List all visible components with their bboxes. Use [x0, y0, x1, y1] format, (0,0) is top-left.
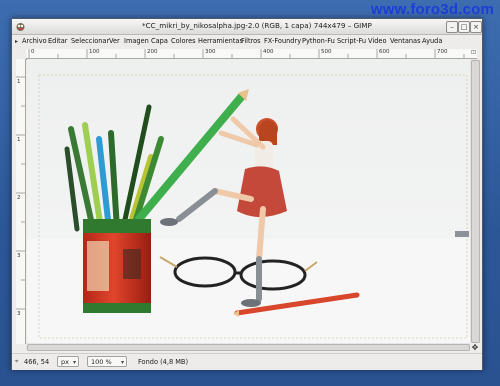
- menu-colores[interactable]: Colores: [171, 37, 196, 45]
- ruler-label: 600: [379, 49, 390, 55]
- menu-arrow-icon[interactable]: ▸: [15, 38, 18, 45]
- watermark-text: www.foro3d.com: [370, 1, 494, 18]
- menu-ventanas[interactable]: Ventanas: [390, 37, 421, 45]
- gimp-image-window: *CC_mikri_by_nikosalpha.jpg-2.0 (RGB, 1 …: [11, 18, 483, 370]
- gimp-app-icon: [16, 23, 25, 31]
- horizontal-scrollbar[interactable]: [26, 343, 470, 351]
- ruler-label: 500: [321, 49, 332, 55]
- ruler-label: 3: [17, 311, 21, 317]
- unit-select[interactable]: px ▾: [57, 356, 79, 367]
- menu-video[interactable]: Video: [368, 37, 386, 45]
- vertical-ruler-ticks: [16, 76, 25, 310]
- minimize-button[interactable]: –: [446, 21, 458, 33]
- ruler-label: 2: [17, 195, 21, 201]
- ruler-label: 0: [31, 49, 35, 55]
- menu-fx-foundry[interactable]: FX-Foundry: [264, 37, 301, 45]
- ruler-label: 1: [17, 79, 21, 85]
- menu-editar[interactable]: Editar: [48, 37, 68, 45]
- vertical-ruler[interactable]: 1 1 2 3 3: [16, 59, 26, 344]
- chevron-down-icon: ▾: [120, 359, 124, 366]
- ruler-label: 1: [17, 137, 21, 143]
- ruler-label: 700: [437, 49, 448, 55]
- zoom-select[interactable]: 100 % ▾: [87, 356, 127, 367]
- unit-value: px: [61, 358, 69, 366]
- ruler-label: 3: [17, 253, 21, 259]
- menu-archivo[interactable]: Archivo: [22, 37, 47, 45]
- status-bar: ⌖ 466, 54 px ▾ 100 % ▾ Fondo (4,8 MB): [12, 353, 482, 370]
- menu-herramientas[interactable]: Herramientas: [198, 37, 243, 45]
- ruler-label: 200: [147, 49, 158, 55]
- menu-seleccionar[interactable]: Seleccionar: [71, 37, 109, 45]
- ruler-label: 100: [89, 49, 100, 55]
- vertical-scroll-thumb[interactable]: [471, 60, 480, 343]
- navigate-icon[interactable]: ✥: [470, 343, 480, 352]
- chevron-down-icon: ▾: [72, 359, 76, 366]
- zoom-toggle-icon[interactable]: ⊡: [471, 49, 476, 56]
- ruler-label: 400: [263, 49, 274, 55]
- zoom-value: 100 %: [91, 358, 112, 366]
- menu-filtros[interactable]: Filtros: [241, 37, 261, 45]
- canvas-image: [27, 59, 477, 343]
- title-bar[interactable]: *CC_mikri_by_nikosalpha.jpg-2.0 (RGB, 1 …: [12, 19, 482, 35]
- image-canvas[interactable]: [27, 59, 477, 343]
- maximize-button[interactable]: □: [458, 21, 470, 33]
- horizontal-scroll-thumb[interactable]: [27, 344, 470, 351]
- layer-info: Fondo (4,8 MB): [138, 358, 189, 366]
- menu-ayuda[interactable]: Ayuda: [422, 37, 442, 45]
- menu-ver[interactable]: Ver: [109, 37, 120, 45]
- menu-capa[interactable]: Capa: [151, 37, 168, 45]
- ruler-label: 300: [205, 49, 216, 55]
- menu-script-fu[interactable]: Script-Fu: [337, 37, 366, 45]
- pointer-coordinates: 466, 54: [24, 358, 50, 366]
- menu-python-fu[interactable]: Python-Fu: [302, 37, 335, 45]
- vertical-scrollbar[interactable]: [470, 59, 480, 343]
- close-button[interactable]: ×: [470, 21, 482, 33]
- menu-bar: ▸ Archivo Editar Seleccionar Ver Imagen …: [12, 35, 482, 48]
- pointer-icon: ⌖: [15, 358, 19, 365]
- horizontal-ruler[interactable]: 0 100 200 300 400 500 600 700: [26, 49, 477, 59]
- window-title: *CC_mikri_by_nikosalpha.jpg-2.0 (RGB, 1 …: [142, 21, 372, 30]
- menu-imagen[interactable]: Imagen: [124, 37, 149, 45]
